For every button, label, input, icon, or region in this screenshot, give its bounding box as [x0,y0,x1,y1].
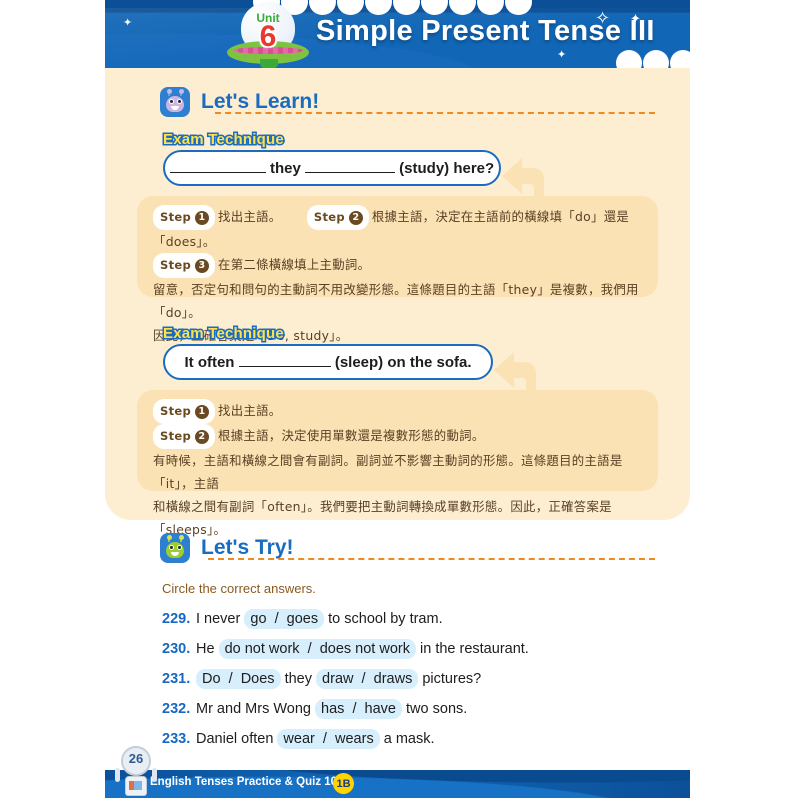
step-chip-3: Step 3 [153,253,216,278]
question-post-2: (sleep) on the sofa. [334,354,472,371]
choice-group[interactable]: do not work / does not work [218,639,416,659]
lets-learn-title: Let's Learn! [201,90,320,113]
step-line-2a: Step 1 找出主語。 [153,399,642,424]
ufo-foot [260,59,278,68]
choice-group[interactable]: has / have [315,699,402,719]
choice-a[interactable]: has [321,701,344,717]
cloud-decoration-right [616,50,690,68]
question-before: Daniel often [196,731,274,747]
choice-group[interactable]: wear / wears [277,729,380,749]
step-text-1: 找出主語。 [218,403,282,418]
step-text-3: 在第二條橫線填上主動詞。 [218,257,371,272]
question-before: Mr and Mrs Wong [196,701,311,717]
lets-try-title: Let's Try! [201,536,294,559]
question-row[interactable]: 232. Mr and Mrs Wong has / have two sons… [162,699,467,719]
choice-separator: / [228,671,233,687]
choice-separator: / [352,701,357,717]
step-chip-1: Step 1 [153,205,216,230]
unit-number: 6 [259,20,277,53]
instruction-text: Circle the correct answers. [162,581,316,596]
question-after: a mask. [383,731,435,747]
step-chip-2: Step 2 [306,205,369,230]
step-line-2b: Step 2 根據主語，決定使用單數還是複數形態的動詞。 [153,424,642,449]
lets-learn-divider [215,112,655,114]
curved-arrow-2 [492,344,554,396]
choice-b[interactable]: does not work [320,641,410,657]
page-footer: English Tenses Practice & Quiz 1000 1B [105,770,690,798]
question-after: two sons. [406,701,468,717]
frog-icon [160,533,190,563]
step-line-1b: Step 3 在第二條橫線填上主動詞。 [153,253,642,278]
book-title: English Tenses Practice & Quiz 1000 [150,776,350,788]
choice-separator: / [307,641,312,657]
step-chip-2: Step 2 [153,424,216,449]
robot-arm-left [115,768,120,782]
choice-b[interactable]: Does [241,671,275,687]
choice-group-2[interactable]: draw / draws [316,669,419,689]
robot-screen [129,781,142,790]
star-icon: ✦ [123,17,133,29]
page-title: Simple Present Tense III [316,15,655,47]
step-line-1a: Step 1 找出主語。 Step 2 根據主語，決定在主語前的橫線填「do」還是「do… [153,205,642,253]
star-icon: ✦ [557,49,567,61]
choice-group[interactable]: go / goes [244,609,325,629]
example-question-box-2: It often (sleep) on the sofa. [163,344,493,380]
choice-separator-2: / [361,671,366,687]
step-text-2: 根據主語，決定使用單數還是複數形態的動詞。 [218,428,485,443]
question-pre-2: It often [184,354,235,371]
question-row[interactable]: 231. Do / Does they draw / draws picture… [162,669,481,689]
choice-a[interactable]: do not work [225,641,300,657]
question-after: to school by tram. [328,611,443,627]
step-chip-1: Step 1 [153,399,216,424]
choice-a[interactable]: Do [202,671,221,687]
choice-b[interactable]: have [365,701,396,717]
question-mid-1: they [269,160,301,177]
question-row[interactable]: 233. Daniel often wear / wears a mask. [162,729,435,749]
choice-b[interactable]: goes [287,611,318,627]
question-mid: they [284,671,313,687]
monster-icon [160,87,190,117]
question-after: pictures? [422,671,482,687]
level-badge: 1B [333,773,354,794]
choice-a[interactable]: go [250,611,266,627]
page-header: ✦ ✦ ✦ ✦ ✧ Unit 6 Simple Present Tense II… [105,0,690,68]
exam-technique-label-2: Exam Technique [162,324,286,344]
question-number: 231. [162,671,191,687]
robot-arm-right [152,768,157,782]
lets-try-divider [208,558,655,560]
step-text-1: 找出主語。 [218,209,282,224]
choice-c[interactable]: draw [322,671,353,687]
choice-separator: / [274,611,279,627]
worksheet-page: ✦ ✦ ✦ ✦ ✧ Unit 6 Simple Present Tense II… [0,0,798,798]
question-after: in the restaurant. [420,641,529,657]
choice-b[interactable]: wears [335,731,374,747]
question-number: 232. [162,701,191,717]
step-panel-1: Step 1 找出主語。 Step 2 根據主語，決定在主語前的橫線填「do」還是「do… [137,196,658,343]
question-before: I never [196,611,241,627]
step-note-2a: 有時候，主語和橫線之間會有副詞。副詞並不影響主動詞的形態。這條題目的主語是「it… [153,453,623,491]
question-text-2: It often (sleep) on the sofa. [184,353,471,371]
choice-group[interactable]: Do / Does [196,669,281,689]
exam-technique-label-1: Exam Technique [162,130,286,150]
choice-a[interactable]: wear [283,731,314,747]
page-number: 26 [128,751,144,766]
step-panel-2: Step 1 找出主語。 Step 2 根據主語，決定使用單數還是複數形態的動詞。 有時… [137,390,658,537]
question-row[interactable]: 229. I never go / goes to school by tram… [162,609,443,629]
unit-badge: Unit 6 [227,2,309,68]
question-number: 229. [162,611,191,627]
question-number: 230. [162,641,191,657]
question-text-1: they (study) here? [169,159,495,177]
question-post-1: (study) here? [399,160,495,177]
question-number: 233. [162,731,191,747]
step-note-1a: 留意，否定句和問句的主動詞不用改變形態。這條題目的主語「they」是複數，我們用… [153,282,639,320]
question-row[interactable]: 230. He do not work / does not work in t… [162,639,529,659]
question-before: He [196,641,215,657]
page-number-robot: 26 [113,746,157,798]
choice-d[interactable]: draws [374,671,413,687]
example-question-box-1: they (study) here? [163,150,501,186]
choice-separator: / [322,731,327,747]
